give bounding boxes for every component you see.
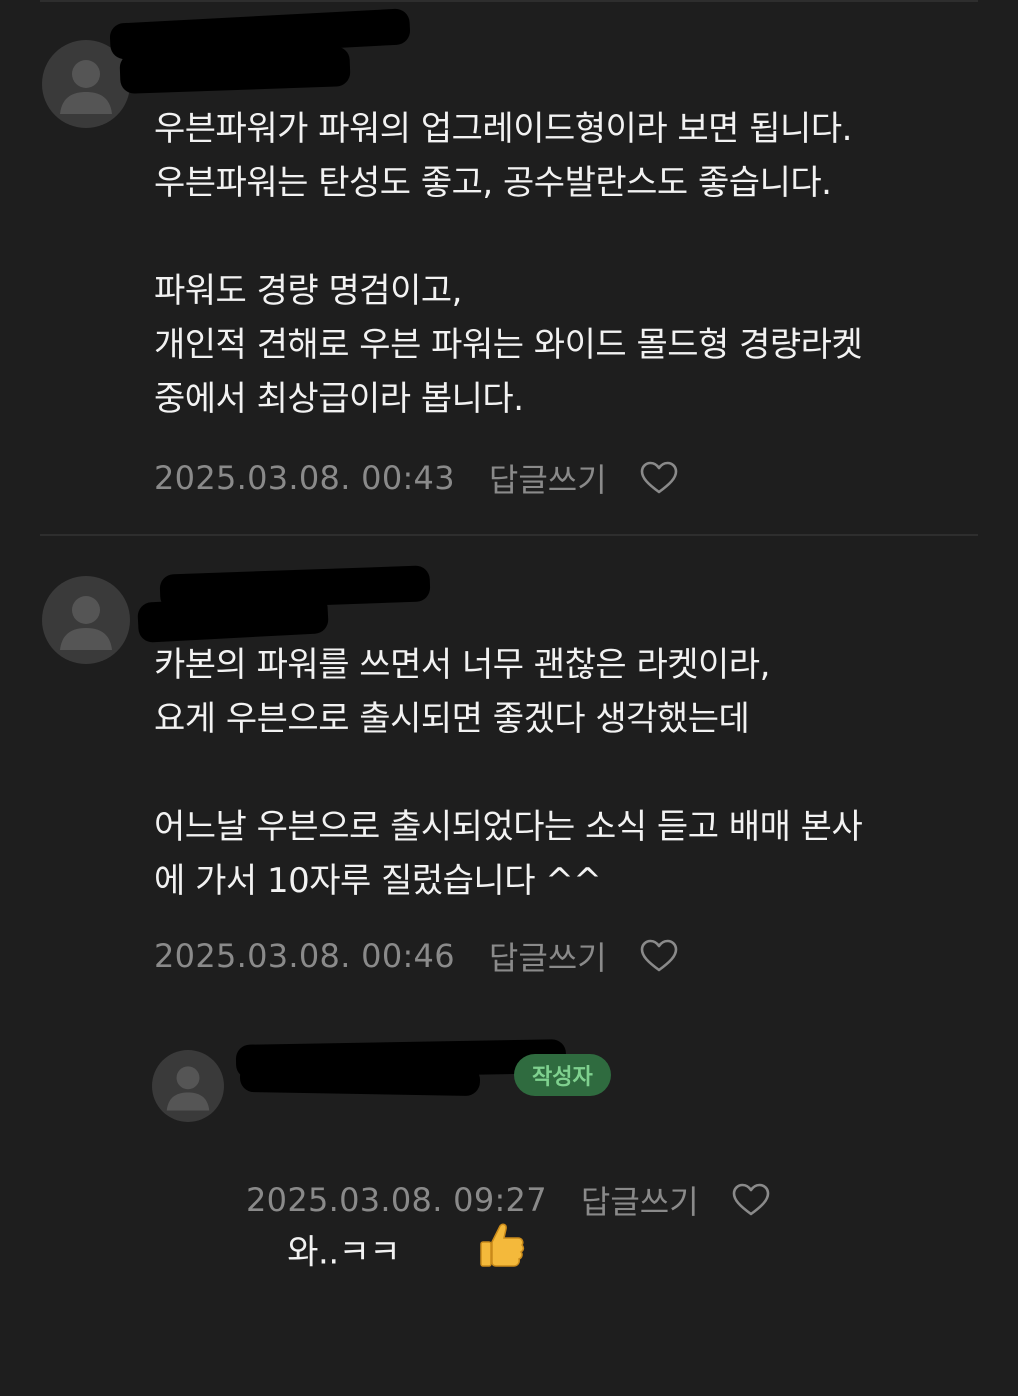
user-silhouette-icon <box>60 596 112 650</box>
heart-icon <box>732 1183 769 1216</box>
avatar[interactable] <box>42 576 130 664</box>
reply-text-label: 와..ㅋㅋ <box>287 1232 401 1273</box>
author-badge: 작성자 <box>514 1054 611 1096</box>
reply-date: 2025.03.08. 09:27 <box>246 1181 547 1219</box>
comment-meta: 2025.03.08. 00:46 답글쓰기 <box>154 934 679 978</box>
comment-divider <box>40 534 978 536</box>
comment-text: 우븐파워가 파워의 업그레이드형이라 보면 됩니다. 우븐파워는 탄성도 좋고,… <box>154 109 863 419</box>
reply-meta: 2025.03.08. 09:27 답글쓰기 <box>246 1178 771 1222</box>
redacted-username <box>239 1061 481 1097</box>
redacted-username <box>137 593 329 643</box>
redacted-username <box>119 45 351 95</box>
reply-text: 와..ㅋㅋ <box>246 1112 528 1396</box>
comment-date: 2025.03.08. 00:46 <box>154 937 455 975</box>
reply-button[interactable]: 답글쓰기 <box>581 1177 699 1223</box>
like-button[interactable] <box>639 458 679 498</box>
comment-text: 카본의 파워를 쓰면서 너무 괜찮은 라켓이라, 요게 우븐으로 출시되면 좋겠… <box>154 645 863 901</box>
comment: 우븐파워가 파워의 업그레이드형이라 보면 됩니다. 우븐파워는 탄성도 좋고,… <box>0 0 1018 540</box>
reply-comment: 작성자 와..ㅋㅋ 2025.03.08. 09:27 답글쓰기 <box>0 1020 1018 1273</box>
user-silhouette-icon <box>166 1066 210 1111</box>
reply-button[interactable]: 답글쓰기 <box>489 933 607 979</box>
like-button[interactable] <box>731 1180 771 1220</box>
like-button[interactable] <box>639 936 679 976</box>
comment-meta: 2025.03.08. 00:43 답글쓰기 <box>154 456 679 500</box>
comment-date: 2025.03.08. 00:43 <box>154 459 455 497</box>
heart-icon <box>640 461 677 494</box>
avatar[interactable] <box>152 1050 224 1122</box>
comment: 카본의 파워를 쓰면서 너무 괜찮은 라켓이라, 요게 우븐으로 출시되면 좋겠… <box>0 540 1018 1020</box>
reply-button[interactable]: 답글쓰기 <box>489 455 607 501</box>
heart-icon <box>640 939 677 972</box>
